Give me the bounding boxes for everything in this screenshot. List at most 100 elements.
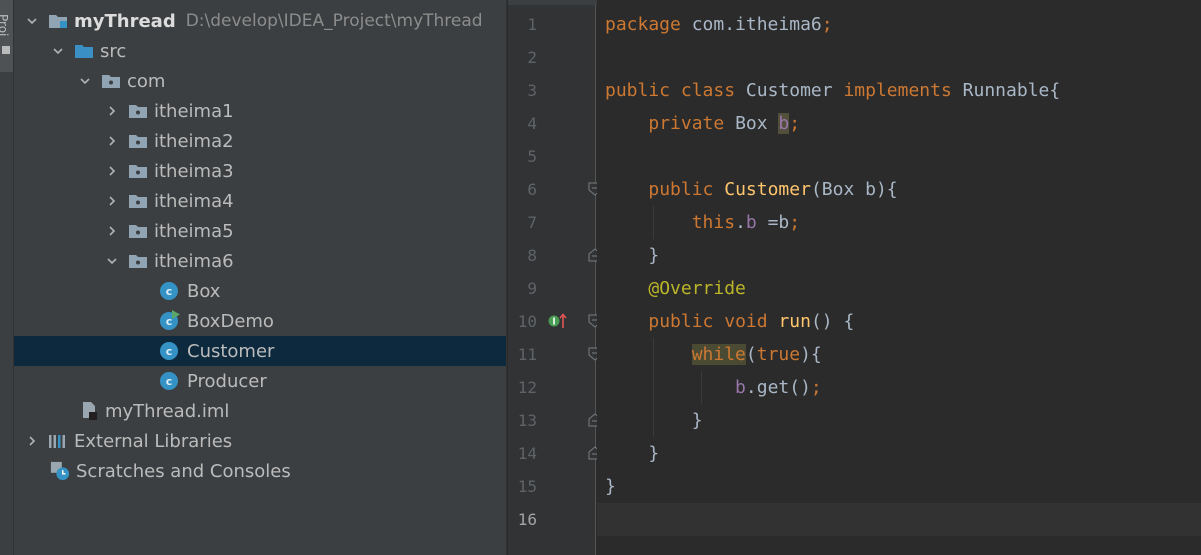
root-path: D:\develop\IDEA_Project\myThread: [185, 11, 483, 31]
line-number: 3: [527, 81, 537, 100]
gutter-line: 6: [508, 173, 602, 206]
tree-item-label: Scratches and Consoles: [76, 460, 291, 482]
line-number: 5: [527, 147, 537, 166]
runnable-class-icon: c: [159, 310, 180, 330]
code-line-12: b.get();: [735, 377, 822, 398]
chevron-down-icon[interactable]: [24, 13, 40, 29]
tree-item-package[interactable]: itheima5: [14, 216, 506, 246]
tree-item-label: External Libraries: [74, 430, 233, 452]
code-line-4: private Box b;: [648, 113, 801, 134]
gutter-line: 11: [508, 338, 602, 371]
package-icon: [128, 252, 148, 270]
line-number: 15: [517, 477, 537, 496]
tree-item-label: itheima1: [154, 100, 234, 122]
code-line-7: this.b =b;: [691, 212, 801, 233]
package-icon: [128, 192, 148, 210]
gutter-line: 3: [508, 74, 596, 107]
code-line-6: public Customer(Box b){: [648, 179, 898, 200]
project-panel: myThread D:\develop\IDEA_Project\myThrea…: [14, 0, 507, 555]
line-number: 1: [527, 15, 537, 34]
line-number: 11: [517, 345, 537, 364]
module-file-icon: [79, 402, 99, 420]
tree-item-label: itheima3: [154, 160, 234, 182]
package-icon: [101, 72, 121, 90]
implements-method-icon[interactable]: [548, 312, 570, 330]
library-icon: [48, 432, 68, 450]
chevron-right-icon[interactable]: [24, 433, 40, 449]
chevron-down-icon[interactable]: [50, 43, 66, 59]
tree-item-src[interactable]: src: [14, 36, 506, 66]
line-number: 14: [517, 444, 537, 463]
editor-gutter[interactable]: 1 2 3 4 5 6 7 8 9 10 11 12 13 14 15 16: [508, 0, 602, 555]
gutter-line: 15: [508, 470, 596, 503]
package-icon: [128, 102, 148, 120]
tree-item-class[interactable]: c BoxDemo: [14, 306, 506, 336]
package-icon: [128, 222, 148, 240]
code-line-14: }: [648, 443, 660, 464]
code-editor[interactable]: package com.itheima6; public class Custo…: [597, 0, 1201, 555]
tool-window-strip: Proj: [0, 0, 14, 555]
tree-item-label: Box: [187, 280, 221, 302]
gutter-line: 4: [508, 107, 596, 140]
tree-item-label: itheima2: [154, 130, 234, 152]
tree-item-package[interactable]: itheima6: [14, 246, 506, 276]
tree-item-package[interactable]: itheima4: [14, 186, 506, 216]
tree-item-root[interactable]: myThread D:\develop\IDEA_Project\myThrea…: [14, 6, 506, 36]
code-line-8: }: [648, 245, 660, 266]
line-number: 9: [527, 279, 537, 298]
chevron-down-icon[interactable]: [77, 73, 93, 89]
gutter-line: 1: [508, 8, 596, 41]
project-tool-tab-label: Proj: [0, 14, 10, 37]
gutter-line: 8: [508, 239, 602, 272]
code-line-13: }: [691, 410, 703, 431]
line-number: 12: [517, 378, 537, 397]
tree-item-label: myThread.iml: [105, 400, 230, 422]
gutter-line: 5: [508, 140, 596, 173]
class-icon: c: [159, 342, 179, 360]
line-number: 2: [527, 48, 537, 67]
tree-item-package[interactable]: itheima2: [14, 126, 506, 156]
chevron-right-icon[interactable]: [104, 163, 120, 179]
tree-item-package[interactable]: itheima1: [14, 96, 506, 126]
gutter-line: 7: [508, 206, 596, 239]
chevron-right-icon[interactable]: [104, 223, 120, 239]
tree-item-label: itheima5: [154, 220, 234, 242]
code-line-3: public class Customer implements Runnabl…: [605, 80, 1061, 101]
project-tool-icon: [2, 46, 10, 54]
code-line-1: package com.itheima6;: [605, 14, 833, 35]
tree-item-class[interactable]: c Producer: [14, 366, 506, 396]
chevron-down-icon[interactable]: [104, 253, 120, 269]
gutter-line: 9: [508, 272, 596, 305]
chevron-right-icon[interactable]: [104, 193, 120, 209]
gutter-line: 2: [508, 41, 596, 74]
gutter-line: 10: [508, 305, 602, 338]
tree-item-package[interactable]: itheima3: [14, 156, 506, 186]
tree-item-label: itheima6: [154, 250, 234, 272]
code-line-15: }: [605, 476, 616, 497]
line-number: 16: [517, 510, 537, 529]
gutter-line: 12: [508, 371, 596, 404]
package-icon: [128, 132, 148, 150]
line-number: 13: [517, 411, 537, 430]
chevron-right-icon[interactable]: [104, 103, 120, 119]
project-tool-tab[interactable]: Proj: [0, 0, 13, 72]
tree-item-com[interactable]: com: [14, 66, 506, 96]
tree-item-scratches[interactable]: Scratches and Consoles: [14, 456, 506, 486]
tree-item-class-selected[interactable]: c Customer: [14, 336, 506, 366]
source-folder-icon: [74, 42, 94, 60]
gutter-line: 13: [508, 404, 602, 437]
scratches-icon: [50, 461, 70, 481]
tree-item-class[interactable]: c Box: [14, 276, 506, 306]
current-line-highlight: [597, 503, 1201, 536]
tree-item-external-libraries[interactable]: External Libraries: [14, 426, 506, 456]
chevron-right-icon[interactable]: [104, 133, 120, 149]
gutter-line: 14: [508, 437, 602, 470]
package-icon: [128, 162, 148, 180]
tree-item-iml[interactable]: myThread.iml: [14, 396, 506, 426]
tree-item-label: src: [100, 40, 127, 62]
line-number: 10: [517, 312, 537, 331]
class-icon: c: [159, 282, 179, 300]
code-line-10: public void run() {: [648, 311, 855, 332]
class-icon: c: [159, 372, 179, 390]
tree-item-label: com: [127, 70, 166, 92]
